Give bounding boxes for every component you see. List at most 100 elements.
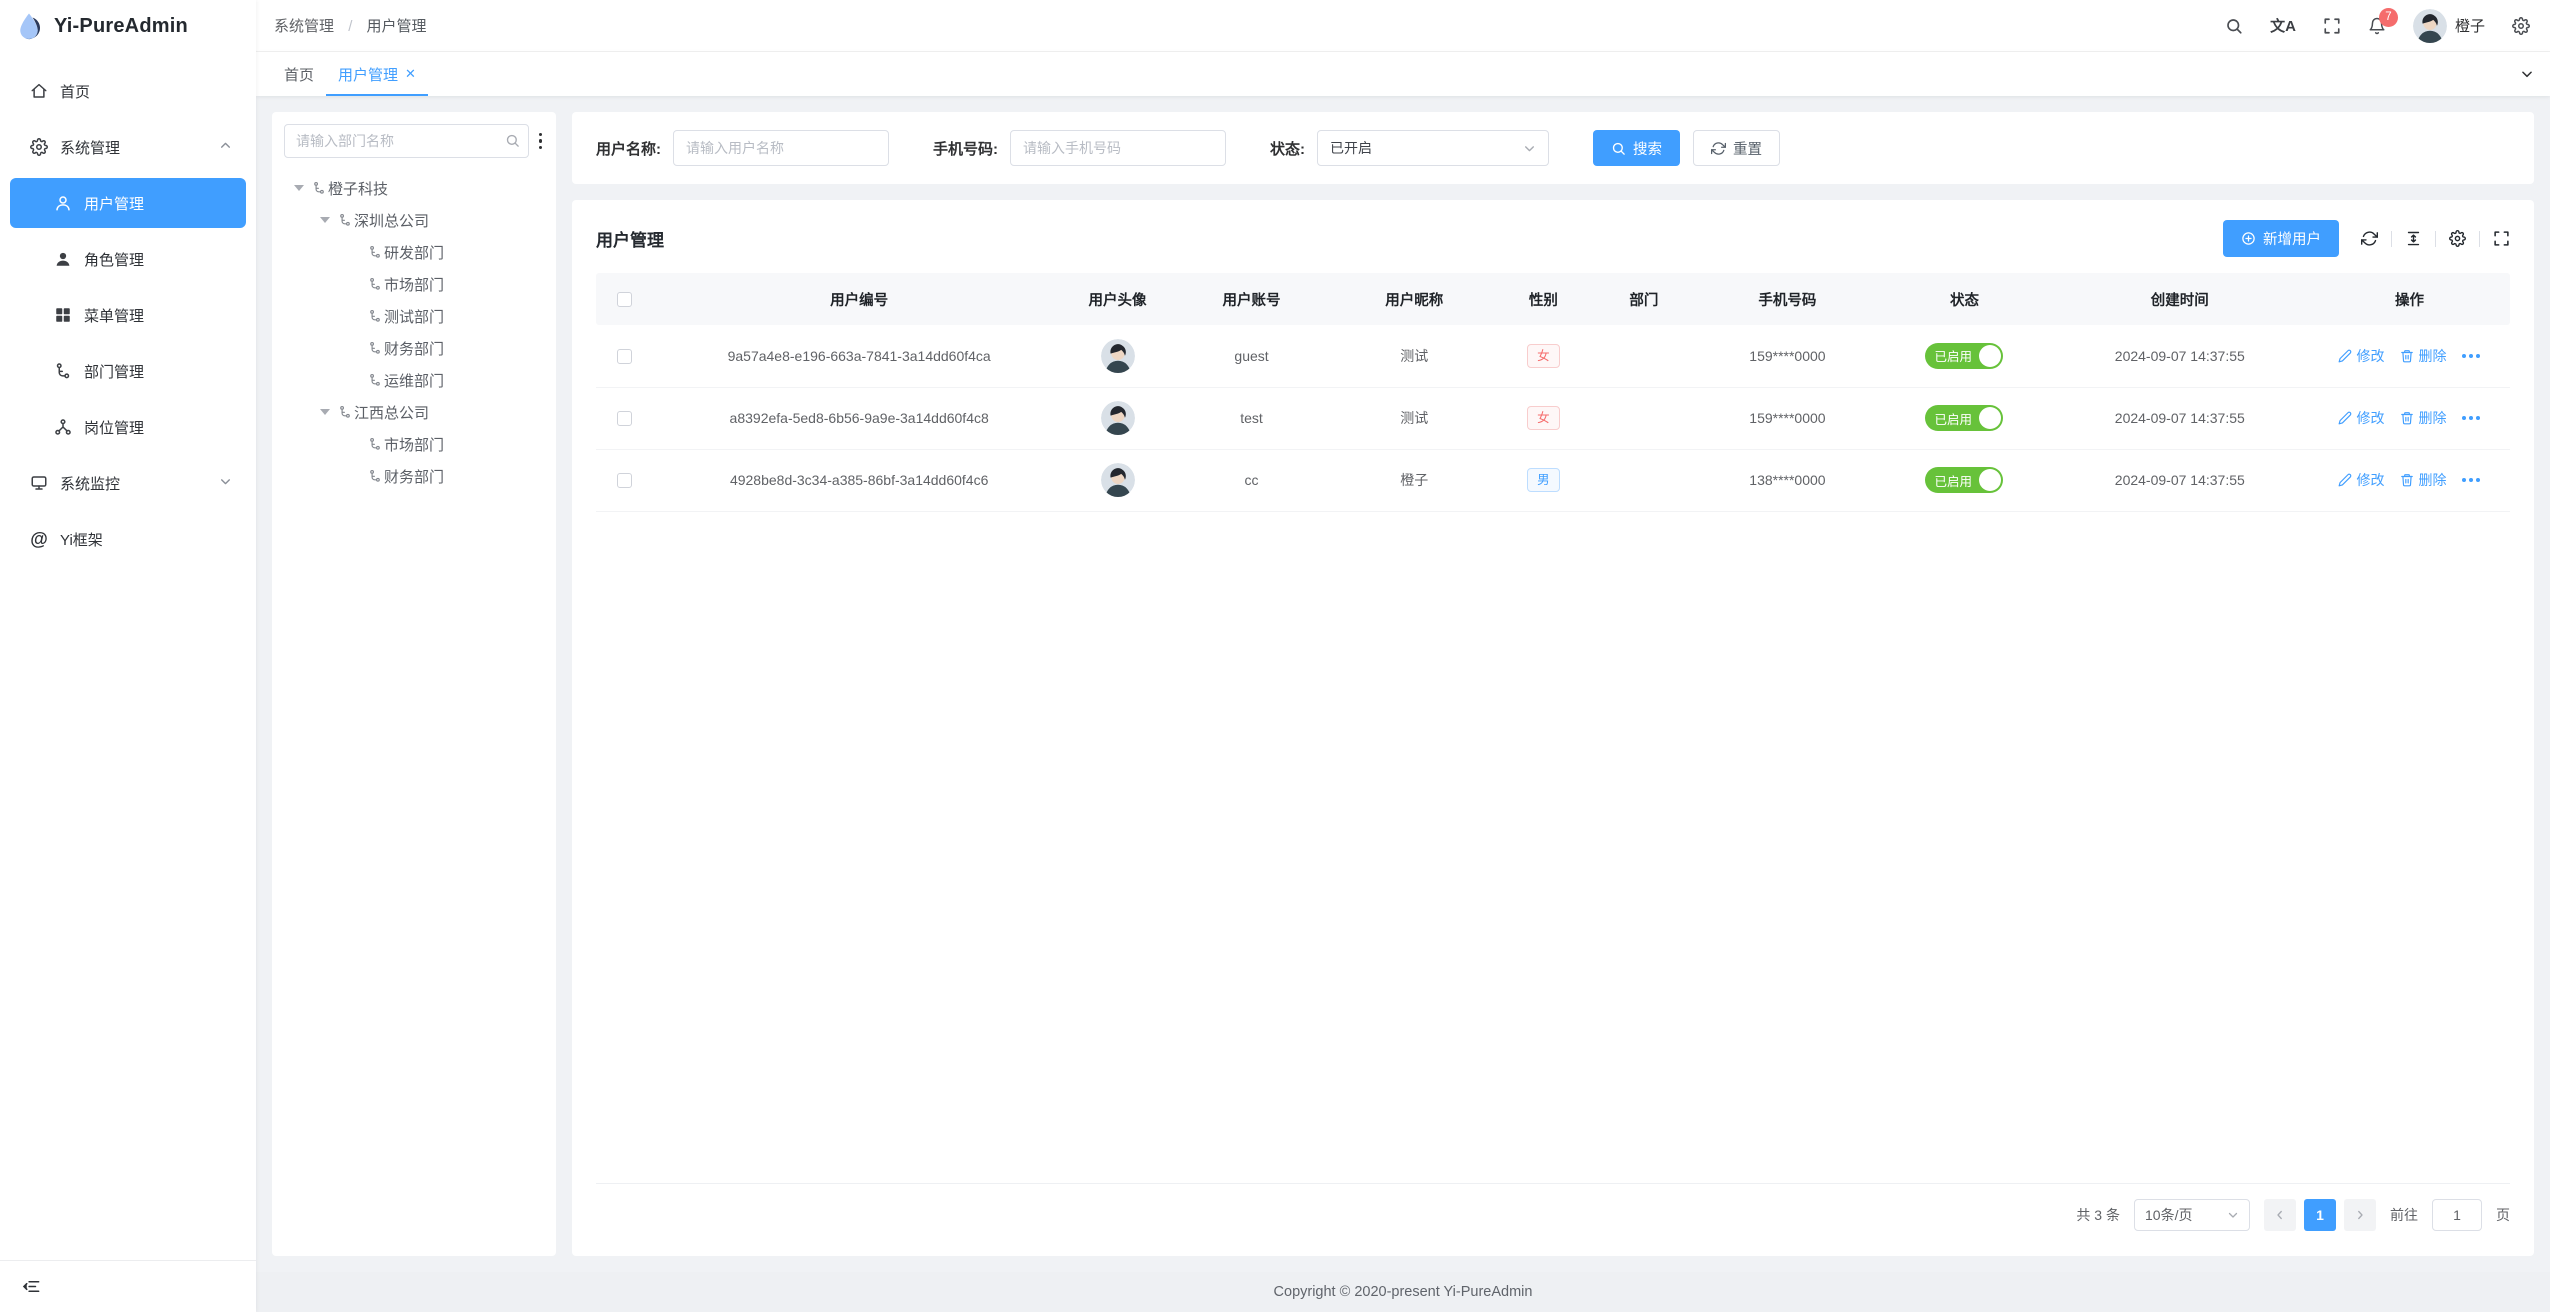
prev-page-button[interactable]	[2264, 1199, 2296, 1231]
edit-button[interactable]: 修改	[2338, 470, 2384, 490]
sidebar-item-departments[interactable]: 部门管理	[10, 346, 246, 396]
user-menu[interactable]: 橙子	[2413, 9, 2485, 43]
department-search-input[interactable]	[284, 124, 529, 158]
reset-button[interactable]: 重置	[1693, 130, 1780, 166]
column-header-status: 状态	[1878, 273, 2050, 325]
more-actions-icon[interactable]	[2462, 478, 2480, 482]
refresh-table-icon[interactable]	[2361, 230, 2378, 247]
row-density-icon[interactable]	[2405, 230, 2422, 247]
dept-tree-icon	[368, 341, 382, 355]
current-page-button[interactable]: 1	[2304, 1199, 2336, 1231]
search-button-label: 搜索	[1633, 138, 1662, 159]
more-options-icon[interactable]	[537, 131, 545, 152]
row-checkbox[interactable]	[617, 349, 632, 364]
add-user-button[interactable]: 新增用户	[2223, 220, 2339, 257]
fullscreen-icon[interactable]	[2323, 17, 2341, 35]
cell-account: cc	[1170, 449, 1333, 511]
tab-label: 首页	[284, 64, 314, 85]
status-toggle-label: 已启用	[1934, 346, 1972, 365]
tree-node[interactable]: 测试部门	[284, 300, 544, 332]
tree-node[interactable]: 运维部门	[284, 364, 544, 396]
department-tree: 橙子科技 深圳总公司 研发部门 市场部门 测试部门 财务部门 运维部门 江西总公…	[284, 168, 544, 1244]
sidebar-item-monitor[interactable]: 系统监控	[10, 458, 246, 508]
tree-node[interactable]: 研发部门	[284, 236, 544, 268]
status-toggle[interactable]: 已启用	[1925, 405, 2003, 431]
sidebar-item-framework[interactable]: @ Yi框架	[10, 514, 246, 564]
tree-node-label: 财务部门	[384, 466, 444, 487]
sidebar-item-posts[interactable]: 岗位管理	[10, 402, 246, 452]
table-header-row: 用户编号 用户头像 用户账号 用户昵称 性别 部门 手机号码 状态 创建时间 操…	[596, 273, 2510, 325]
next-page-button[interactable]	[2344, 1199, 2376, 1231]
status-toggle[interactable]: 已启用	[1925, 343, 2003, 369]
caret-down-icon[interactable]	[320, 409, 330, 415]
more-actions-icon[interactable]	[2462, 416, 2480, 420]
cell-created: 2024-09-07 14:37:55	[2051, 387, 2309, 449]
search-icon[interactable]	[2225, 17, 2243, 35]
status-toggle[interactable]: 已启用	[1925, 467, 2003, 493]
tree-node[interactable]: 江西总公司	[284, 396, 544, 428]
delete-button[interactable]: 删除	[2400, 408, 2446, 428]
delete-button[interactable]: 删除	[2400, 470, 2446, 490]
notifications-bell-icon[interactable]: 7	[2368, 17, 2386, 35]
tab-user-management[interactable]: 用户管理 ✕	[326, 52, 428, 96]
tab-home[interactable]: 首页	[272, 52, 326, 96]
table-fullscreen-icon[interactable]	[2493, 230, 2510, 247]
cell-phone: 159****0000	[1697, 387, 1879, 449]
sidebar-item-system[interactable]: 系统管理	[10, 122, 246, 172]
sidebar-item-roles[interactable]: 角色管理	[10, 234, 246, 284]
tree-node-label: 橙子科技	[328, 178, 388, 199]
column-header-created: 创建时间	[2051, 273, 2309, 325]
goto-page-input[interactable]	[2432, 1199, 2482, 1231]
caret-down-icon[interactable]	[320, 217, 330, 223]
column-header-account: 用户账号	[1170, 273, 1333, 325]
username-filter-label: 用户名称:	[596, 138, 661, 159]
right-column: 用户名称: 手机号码: 状态: 已开启	[572, 112, 2534, 1256]
status-select[interactable]: 已开启	[1317, 130, 1549, 166]
user-table: 用户编号 用户头像 用户账号 用户昵称 性别 部门 手机号码 状态 创建时间 操…	[596, 273, 2510, 512]
row-checkbox[interactable]	[617, 473, 632, 488]
sidebar-item-users[interactable]: 用户管理	[10, 178, 246, 228]
tab-options-chevron-icon[interactable]	[2504, 52, 2550, 96]
column-settings-gear-icon[interactable]	[2449, 230, 2466, 247]
search-button[interactable]: 搜索	[1593, 130, 1680, 166]
edit-label: 修改	[2356, 346, 2384, 366]
app-window: Yi-PureAdmin 首页 系统管理 用户管理 角色管理	[0, 0, 2550, 1312]
edit-button[interactable]: 修改	[2338, 408, 2384, 428]
collapse-sidebar-icon[interactable]	[22, 1277, 41, 1296]
cell-nickname: 测试	[1333, 325, 1496, 387]
tree-node[interactable]: 深圳总公司	[284, 204, 544, 236]
logo[interactable]: Yi-PureAdmin	[0, 0, 256, 52]
username-filter-input[interactable]	[673, 130, 889, 166]
breadcrumb-item[interactable]: 系统管理	[274, 18, 334, 35]
sidebar-item-menus[interactable]: 菜单管理	[10, 290, 246, 340]
close-tab-icon[interactable]: ✕	[405, 66, 416, 82]
tree-node[interactable]: 橙子科技	[284, 172, 544, 204]
chevron-right-icon	[2354, 1209, 2366, 1221]
phone-filter-input[interactable]	[1010, 130, 1226, 166]
cell-user-id: 9a57a4e8-e196-663a-7841-3a14dd60f4ca	[653, 325, 1065, 387]
sidebar-item-home[interactable]: 首页	[10, 66, 246, 116]
translate-icon[interactable]: 文A	[2270, 15, 2296, 36]
more-actions-icon[interactable]	[2462, 354, 2480, 358]
row-checkbox[interactable]	[617, 411, 632, 426]
tree-node[interactable]: 财务部门	[284, 332, 544, 364]
network-icon	[54, 418, 72, 436]
tree-node[interactable]: 市场部门	[284, 428, 544, 460]
sidebar-item-label: 部门管理	[84, 361, 144, 382]
copyright-text: Copyright © 2020-present Yi-PureAdmin	[1274, 1284, 1533, 1300]
delete-button[interactable]: 删除	[2400, 346, 2446, 366]
settings-gear-icon[interactable]	[2512, 17, 2530, 35]
select-all-checkbox[interactable]	[617, 292, 632, 307]
caret-down-icon[interactable]	[294, 185, 304, 191]
filter-bar: 用户名称: 手机号码: 状态: 已开启	[572, 112, 2534, 184]
delete-label: 删除	[2418, 470, 2446, 490]
edit-button[interactable]: 修改	[2338, 346, 2384, 366]
column-header-gender: 性别	[1496, 273, 1592, 325]
page-size-select[interactable]: 10条/页	[2134, 1199, 2250, 1231]
content-area: 橙子科技 深圳总公司 研发部门 市场部门 测试部门 财务部门 运维部门 江西总公…	[256, 96, 2550, 1272]
tree-node-label: 测试部门	[384, 306, 444, 327]
page-suffix-label: 页	[2496, 1205, 2510, 1225]
tree-node[interactable]: 市场部门	[284, 268, 544, 300]
tree-node[interactable]: 财务部门	[284, 460, 544, 492]
chevron-left-icon	[2274, 1209, 2286, 1221]
